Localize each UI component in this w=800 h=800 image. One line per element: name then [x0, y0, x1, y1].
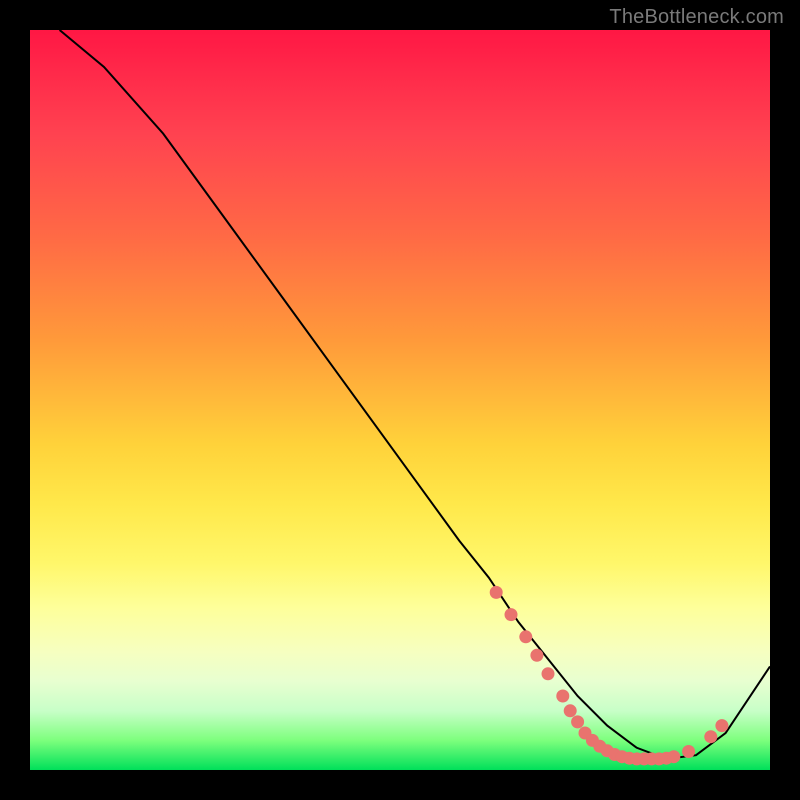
- data-point: [542, 667, 555, 680]
- chart-svg: [30, 30, 770, 770]
- data-point: [505, 608, 518, 621]
- data-point: [530, 649, 543, 662]
- data-point: [564, 704, 577, 717]
- scatter-points: [490, 586, 729, 766]
- data-point: [682, 745, 695, 758]
- data-point: [556, 690, 569, 703]
- chart-frame: TheBottleneck.com: [0, 0, 800, 800]
- data-point: [667, 750, 680, 763]
- data-point: [704, 730, 717, 743]
- bottleneck-curve: [60, 30, 770, 759]
- data-point: [490, 586, 503, 599]
- data-point: [571, 715, 584, 728]
- watermark-label: TheBottleneck.com: [609, 6, 784, 29]
- data-point: [715, 719, 728, 732]
- data-point: [519, 630, 532, 643]
- plot-area: [30, 30, 770, 770]
